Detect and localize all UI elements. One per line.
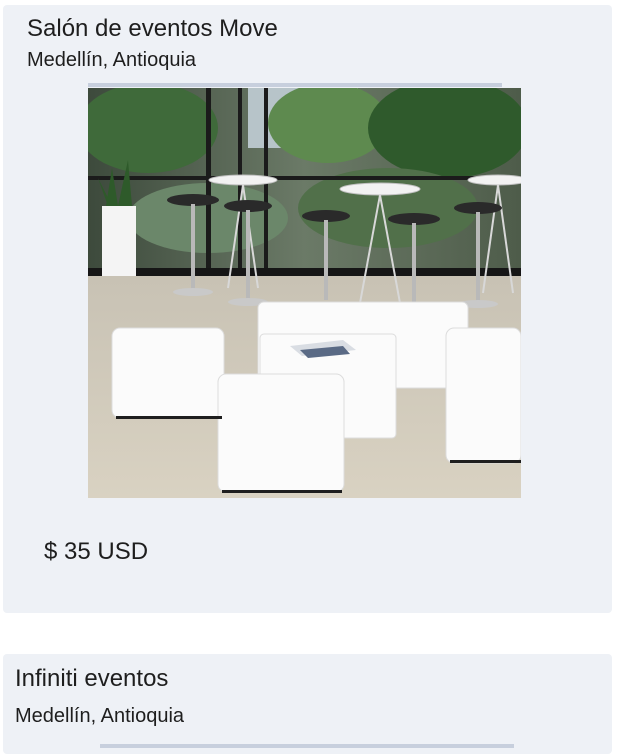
listing-title[interactable]: Salón de eventos Move [27,15,278,43]
listing-card[interactable]: Salón de eventos Move Medellín, Antioqui… [3,5,612,613]
listing-title[interactable]: Infiniti eventos [15,665,168,693]
image-frame-edge [100,744,514,748]
listing-price: $ 35 USD [44,538,149,565]
listing-location: Medellín, Antioquia [27,49,197,71]
listing-card[interactable]: Infiniti eventos Medellín, Antioquia [3,654,612,754]
image-frame-edge [88,83,502,87]
listing-location: Medellín, Antioquia [15,705,185,727]
listing-photo[interactable] [88,88,521,498]
